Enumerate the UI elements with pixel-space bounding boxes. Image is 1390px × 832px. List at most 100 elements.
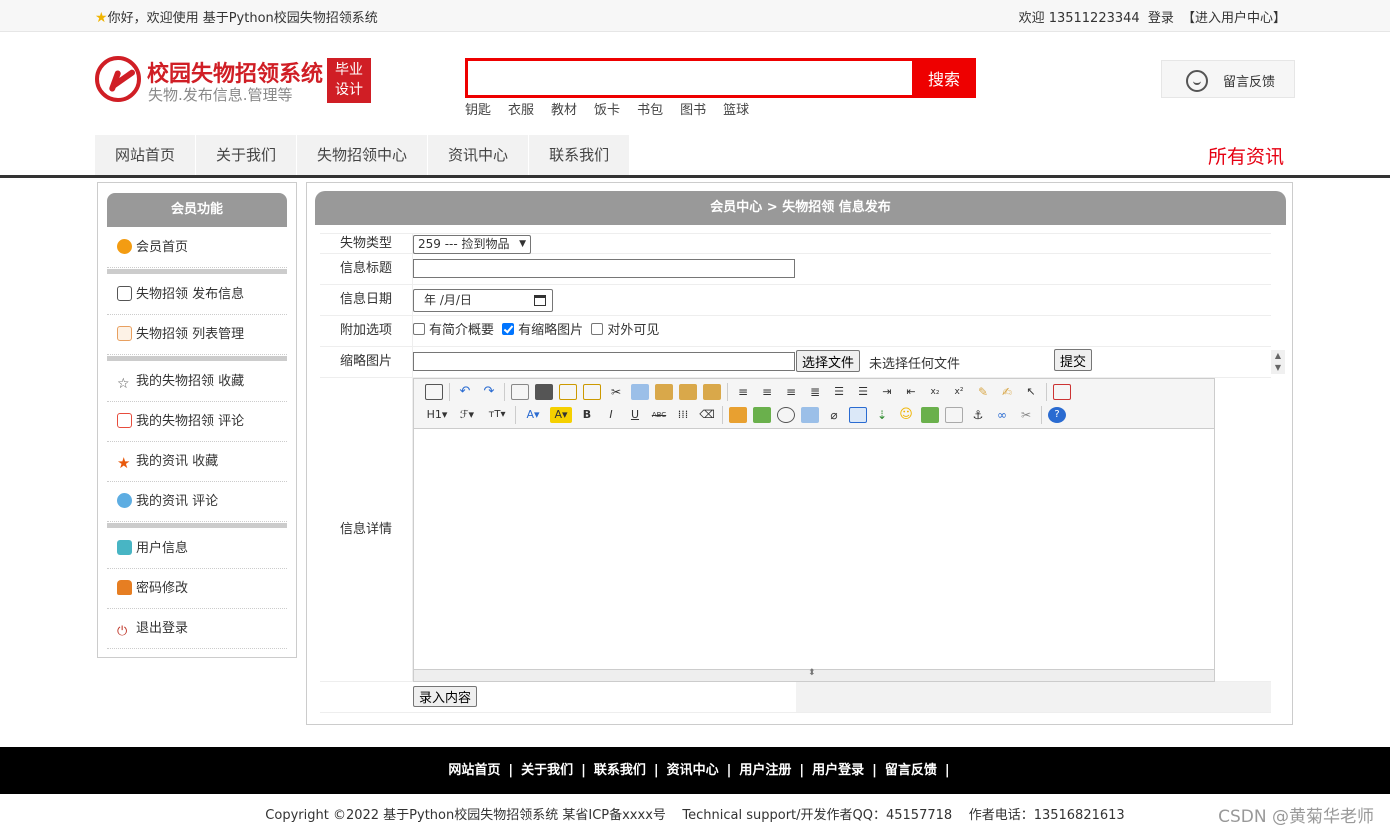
print-icon[interactable] [535, 384, 553, 400]
sidebar-item-user-info[interactable]: 用户信息 [107, 529, 287, 569]
hotword-link[interactable]: 篮球 [723, 103, 749, 118]
fullscreen-icon[interactable] [1053, 384, 1071, 400]
footer-link-login[interactable]: 用户登录 [812, 763, 864, 778]
attachment-icon[interactable]: ⌀ [825, 407, 843, 423]
choose-file-button[interactable]: 选择文件 [796, 350, 861, 372]
subscript-icon[interactable]: x₂ [926, 384, 944, 400]
font-size-icon[interactable]: тT▾ [485, 407, 509, 423]
site-logo[interactable]: 校园失物招领系统 失物.发布信息.管理等 毕业 设计 [95, 56, 375, 106]
hotword-link[interactable]: 教材 [551, 103, 577, 118]
upload-submit-button[interactable]: 提交 [1054, 349, 1093, 371]
anchor-icon[interactable]: ⚓ [969, 407, 987, 423]
image-path-input[interactable] [413, 352, 795, 371]
undo-icon[interactable]: ↶ [456, 384, 474, 400]
footer-link-contact[interactable]: 联系我们 [594, 763, 646, 778]
sidebar-item-member-home[interactable]: 会员首页 [107, 228, 287, 268]
sidebar-item-password[interactable]: 密码修改 [107, 569, 287, 609]
sidebar-item-news-comments[interactable]: 我的资讯 评论 [107, 482, 287, 522]
paste-icon[interactable] [655, 384, 673, 400]
table-icon[interactable] [849, 407, 867, 423]
calendar-icon[interactable] [534, 295, 546, 306]
footer-link-register[interactable]: 用户注册 [739, 763, 791, 778]
align-center-icon[interactable]: ≡ [758, 384, 776, 400]
copy-icon[interactable] [631, 384, 649, 400]
hotword-link[interactable]: 衣服 [508, 103, 534, 118]
line-height-icon[interactable]: ⁞⁞⁞ [674, 407, 692, 423]
paste-text-icon[interactable] [679, 384, 697, 400]
sidebar-item-publish[interactable]: 失物招领 发布信息 [107, 275, 287, 315]
search-button[interactable]: 搜索 [912, 58, 976, 98]
align-left-icon[interactable]: ≡ [734, 384, 752, 400]
title-input[interactable] [413, 259, 795, 278]
outdent-icon[interactable]: ⇤ [902, 384, 920, 400]
emoticon-icon[interactable]: ☺ [897, 407, 915, 423]
page-break-icon[interactable] [945, 407, 963, 423]
sidebar-item-list-manage[interactable]: 失物招领 列表管理 [107, 315, 287, 355]
insert-image-icon[interactable] [729, 407, 747, 423]
insert-flash-icon[interactable] [777, 407, 795, 423]
select-all-icon[interactable]: ✍ [998, 384, 1016, 400]
sidebar-item-favorites[interactable]: ☆ 我的失物招领 收藏 [107, 362, 287, 402]
editor-content-area[interactable] [414, 430, 1214, 670]
indent-icon[interactable]: ⇥ [878, 384, 896, 400]
summary-checkbox[interactable] [413, 323, 425, 335]
underline-icon[interactable]: U [626, 407, 644, 423]
highlight-icon[interactable]: A▾ [550, 407, 572, 423]
footer-link-about[interactable]: 关于我们 [521, 763, 573, 778]
hotword-link[interactable]: 钥匙 [465, 103, 491, 118]
font-color-icon[interactable]: A▾ [522, 407, 544, 423]
align-justify-icon[interactable]: ≣ [806, 384, 824, 400]
align-right-icon[interactable]: ≡ [782, 384, 800, 400]
hotword-link[interactable]: 书包 [637, 103, 663, 118]
scroll-arrows[interactable]: ▲ ▼ [1271, 350, 1285, 374]
thumbnail-checkbox[interactable] [502, 323, 515, 335]
source-icon[interactable] [425, 384, 443, 400]
map-icon[interactable] [921, 407, 939, 423]
heading-icon[interactable]: H1▾ [425, 407, 449, 423]
footer-link-home[interactable]: 网站首页 [448, 763, 500, 778]
save-content-button[interactable]: 录入内容 [413, 686, 478, 707]
user-center-link[interactable]: 【进入用户中心】 [1182, 11, 1286, 26]
editor-resize-handle[interactable]: ⬍ [414, 668, 1214, 681]
strikethrough-icon[interactable]: ABC [650, 407, 668, 423]
hotword-link[interactable]: 图书 [680, 103, 706, 118]
nav-item-news[interactable]: 资讯中心 [428, 135, 530, 175]
public-checkbox[interactable] [591, 323, 604, 335]
cut-icon[interactable]: ✂ [607, 384, 625, 400]
date-input[interactable]: 年 /月/日 [413, 289, 553, 312]
preview-icon[interactable] [511, 384, 529, 400]
footer-link-news[interactable]: 资讯中心 [667, 763, 719, 778]
hotword-link[interactable]: 饭卡 [594, 103, 620, 118]
font-family-icon[interactable]: ℱ▾ [455, 407, 479, 423]
login-link[interactable]: 登录 [1148, 11, 1174, 26]
sidebar-item-news-favorites[interactable]: ★ 我的资讯 收藏 [107, 442, 287, 482]
link-icon[interactable]: ∞ [993, 407, 1011, 423]
insert-video-icon[interactable] [801, 407, 819, 423]
redo-icon[interactable]: ↷ [480, 384, 498, 400]
help-icon[interactable]: ? [1048, 407, 1066, 423]
code-icon[interactable] [583, 384, 601, 400]
nav-item-about[interactable]: 关于我们 [196, 135, 298, 175]
sidebar-item-logout[interactable]: ⏻ 退出登录 [107, 609, 287, 649]
unlink-icon[interactable]: ✂ [1017, 407, 1035, 423]
feedback-button[interactable]: 留言反馈 [1161, 60, 1295, 98]
sidebar-item-comments[interactable]: 我的失物招领 评论 [107, 402, 287, 442]
cursor-icon[interactable]: ↖ [1022, 384, 1040, 400]
unordered-list-icon[interactable]: ☰ [854, 384, 872, 400]
nav-item-home[interactable]: 网站首页 [95, 135, 197, 175]
bold-icon[interactable]: B [578, 407, 596, 423]
template-icon[interactable] [559, 384, 577, 400]
footer-link-feedback[interactable]: 留言反馈 [885, 763, 937, 778]
superscript-icon[interactable]: x² [950, 384, 968, 400]
all-news-link[interactable]: 所有资讯 [1208, 142, 1284, 169]
paste-word-icon[interactable] [703, 384, 721, 400]
nav-item-lost-found[interactable]: 失物招领中心 [297, 135, 429, 175]
italic-icon[interactable]: I [602, 407, 620, 423]
insert-media-icon[interactable] [753, 407, 771, 423]
clear-format-icon[interactable]: ✎ [974, 384, 992, 400]
nav-item-contact[interactable]: 联系我们 [529, 135, 631, 175]
ordered-list-icon[interactable]: ☰ [830, 384, 848, 400]
search-input[interactable] [468, 61, 913, 95]
type-select[interactable]: 259 --- 捡到物品 ▼ [413, 235, 531, 254]
hr-icon[interactable]: ⇣ [873, 407, 891, 423]
